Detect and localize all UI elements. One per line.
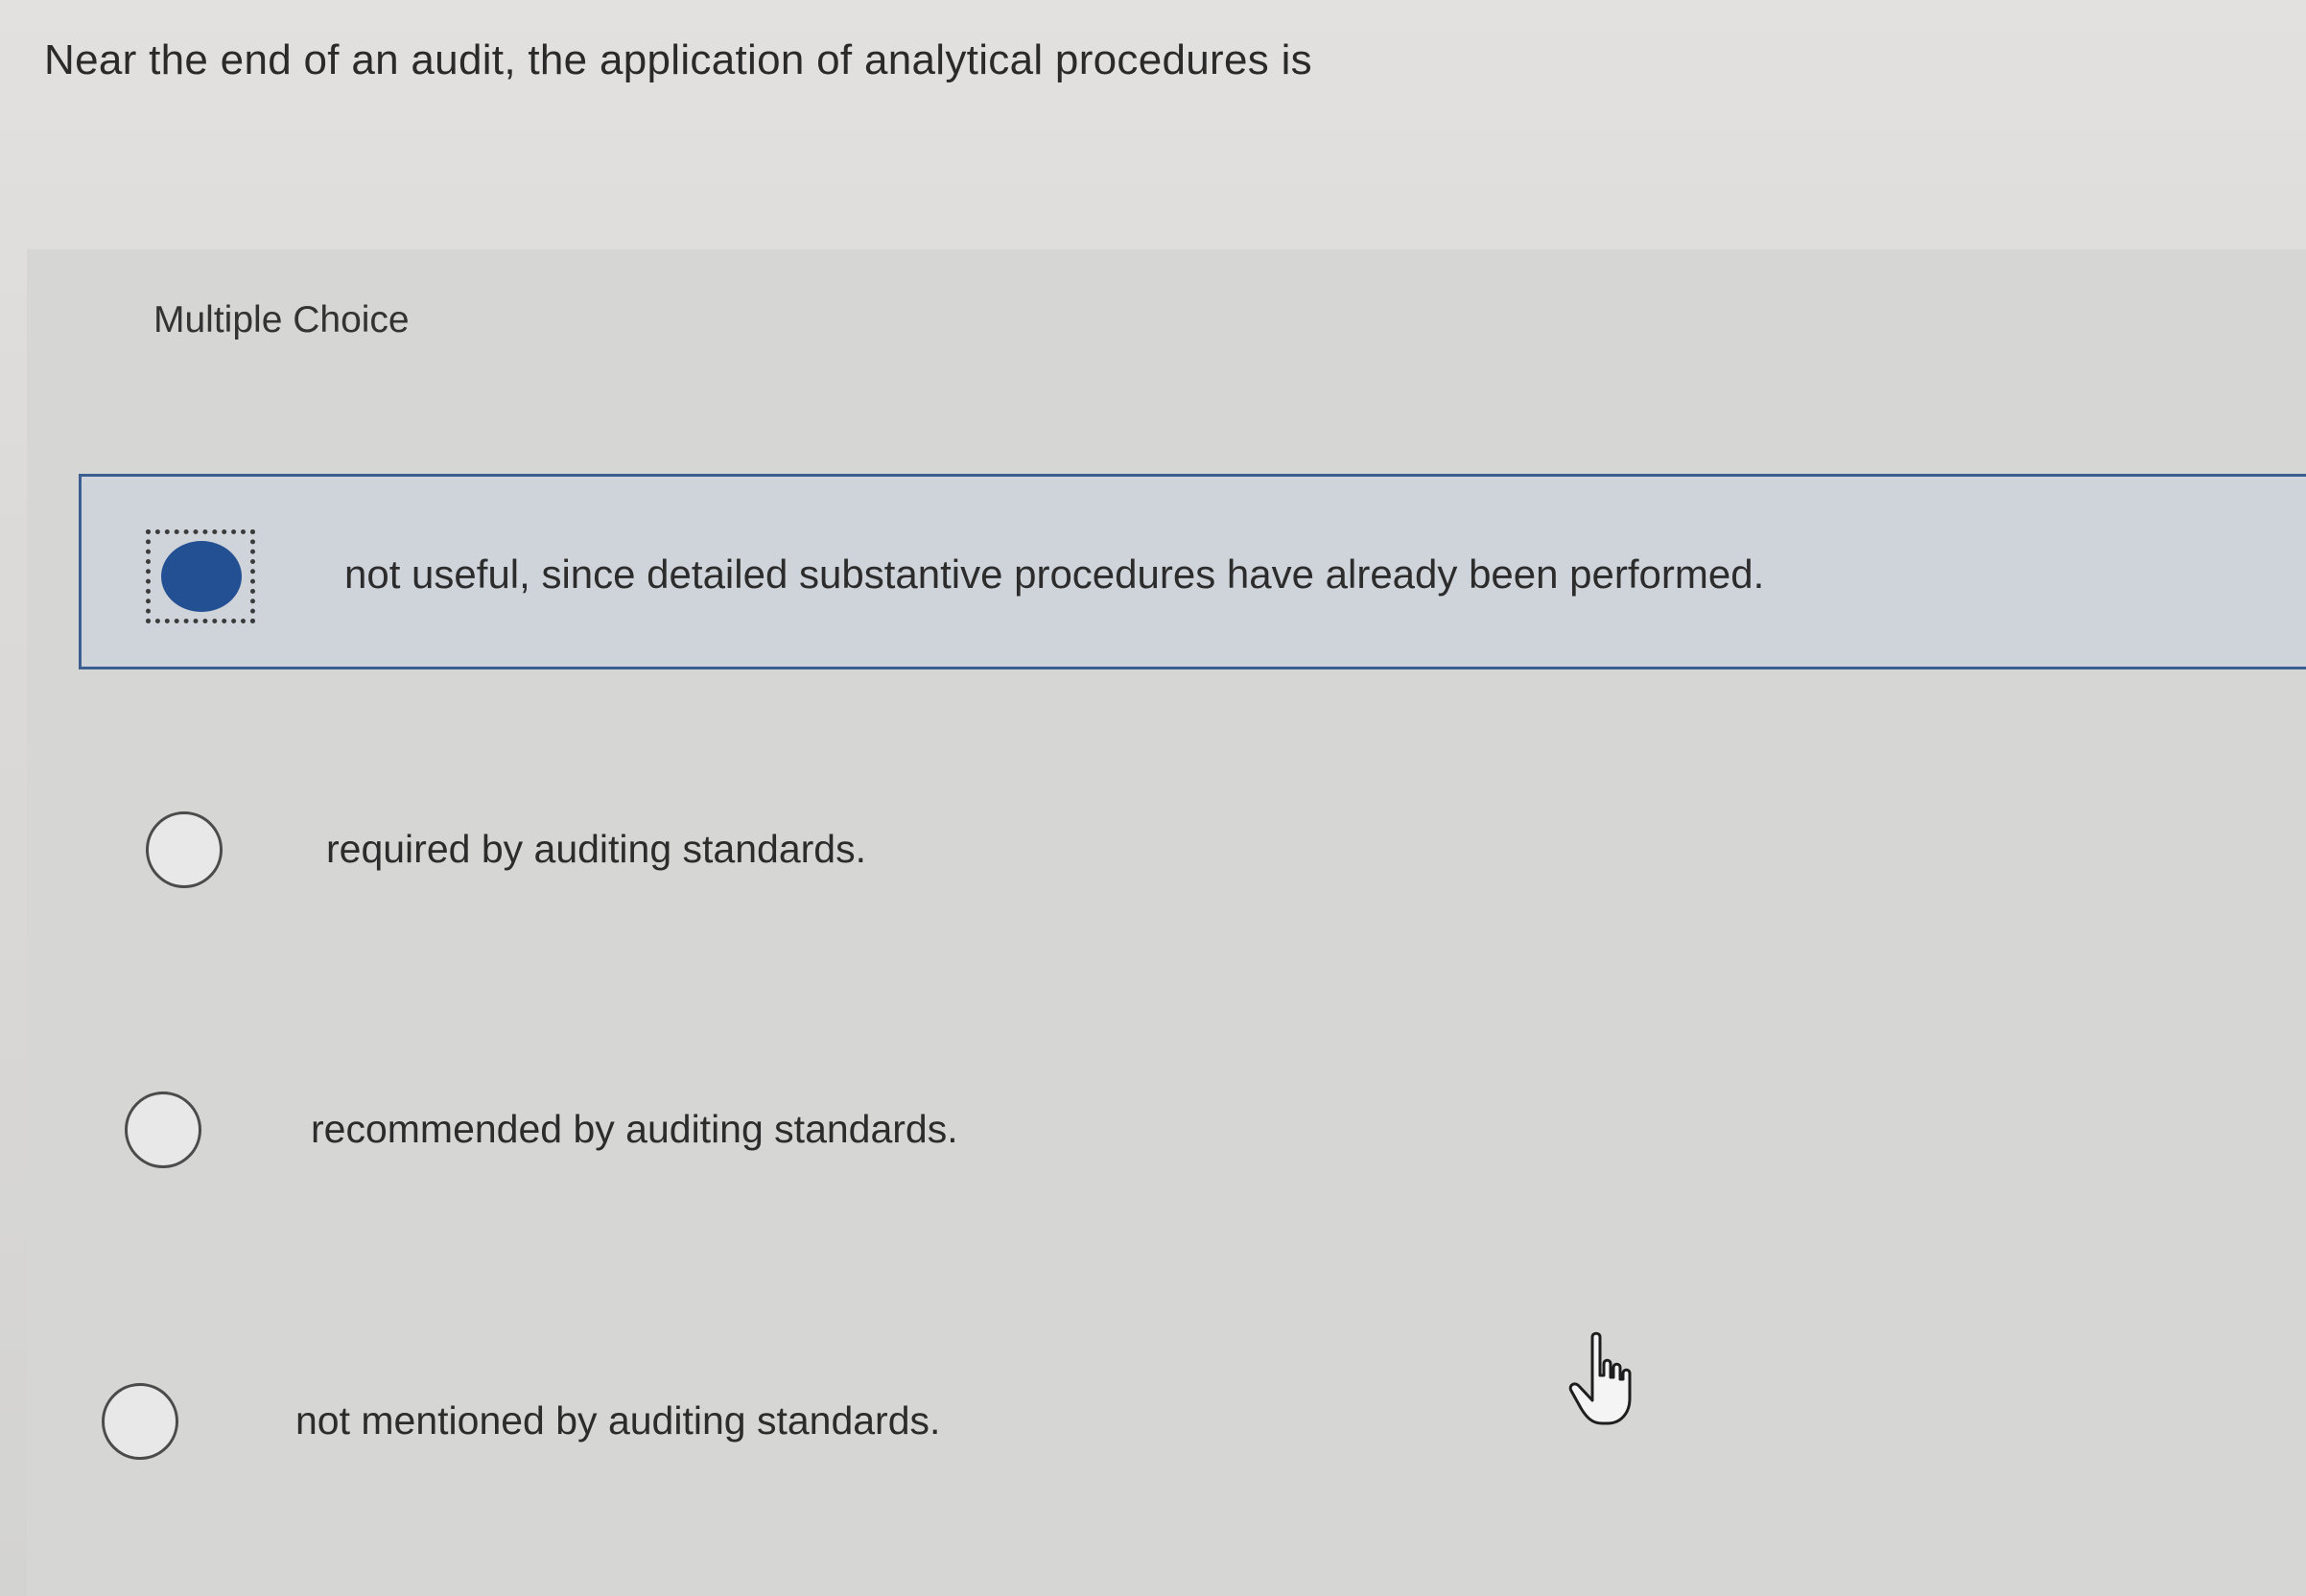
option-1-label: not useful, since detailed substantive p…	[344, 552, 1765, 597]
option-2[interactable]: required by auditing standards.	[96, 783, 2014, 917]
option-4-label: not mentioned by auditing standards.	[295, 1398, 941, 1443]
radio-unselected-icon[interactable]	[102, 1383, 178, 1460]
radio-unselected-icon[interactable]	[125, 1091, 201, 1168]
option-2-label: required by auditing standards.	[326, 827, 866, 871]
option-3-label: recommended by auditing standards.	[311, 1107, 958, 1151]
question-text: Near the end of an audit, the applicatio…	[44, 36, 1312, 83]
option-1[interactable]: not useful, since detailed substantive p…	[79, 474, 2306, 669]
radio-selected-icon[interactable]	[161, 541, 242, 612]
option-4[interactable]: not mentioned by auditing standards.	[96, 1354, 2014, 1489]
option-3[interactable]: recommended by auditing standards.	[96, 1063, 2014, 1197]
radio-unselected-icon[interactable]	[146, 811, 223, 888]
question-type-label: Multiple Choice	[153, 299, 410, 340]
hand-pointer-icon	[1568, 1331, 1632, 1425]
